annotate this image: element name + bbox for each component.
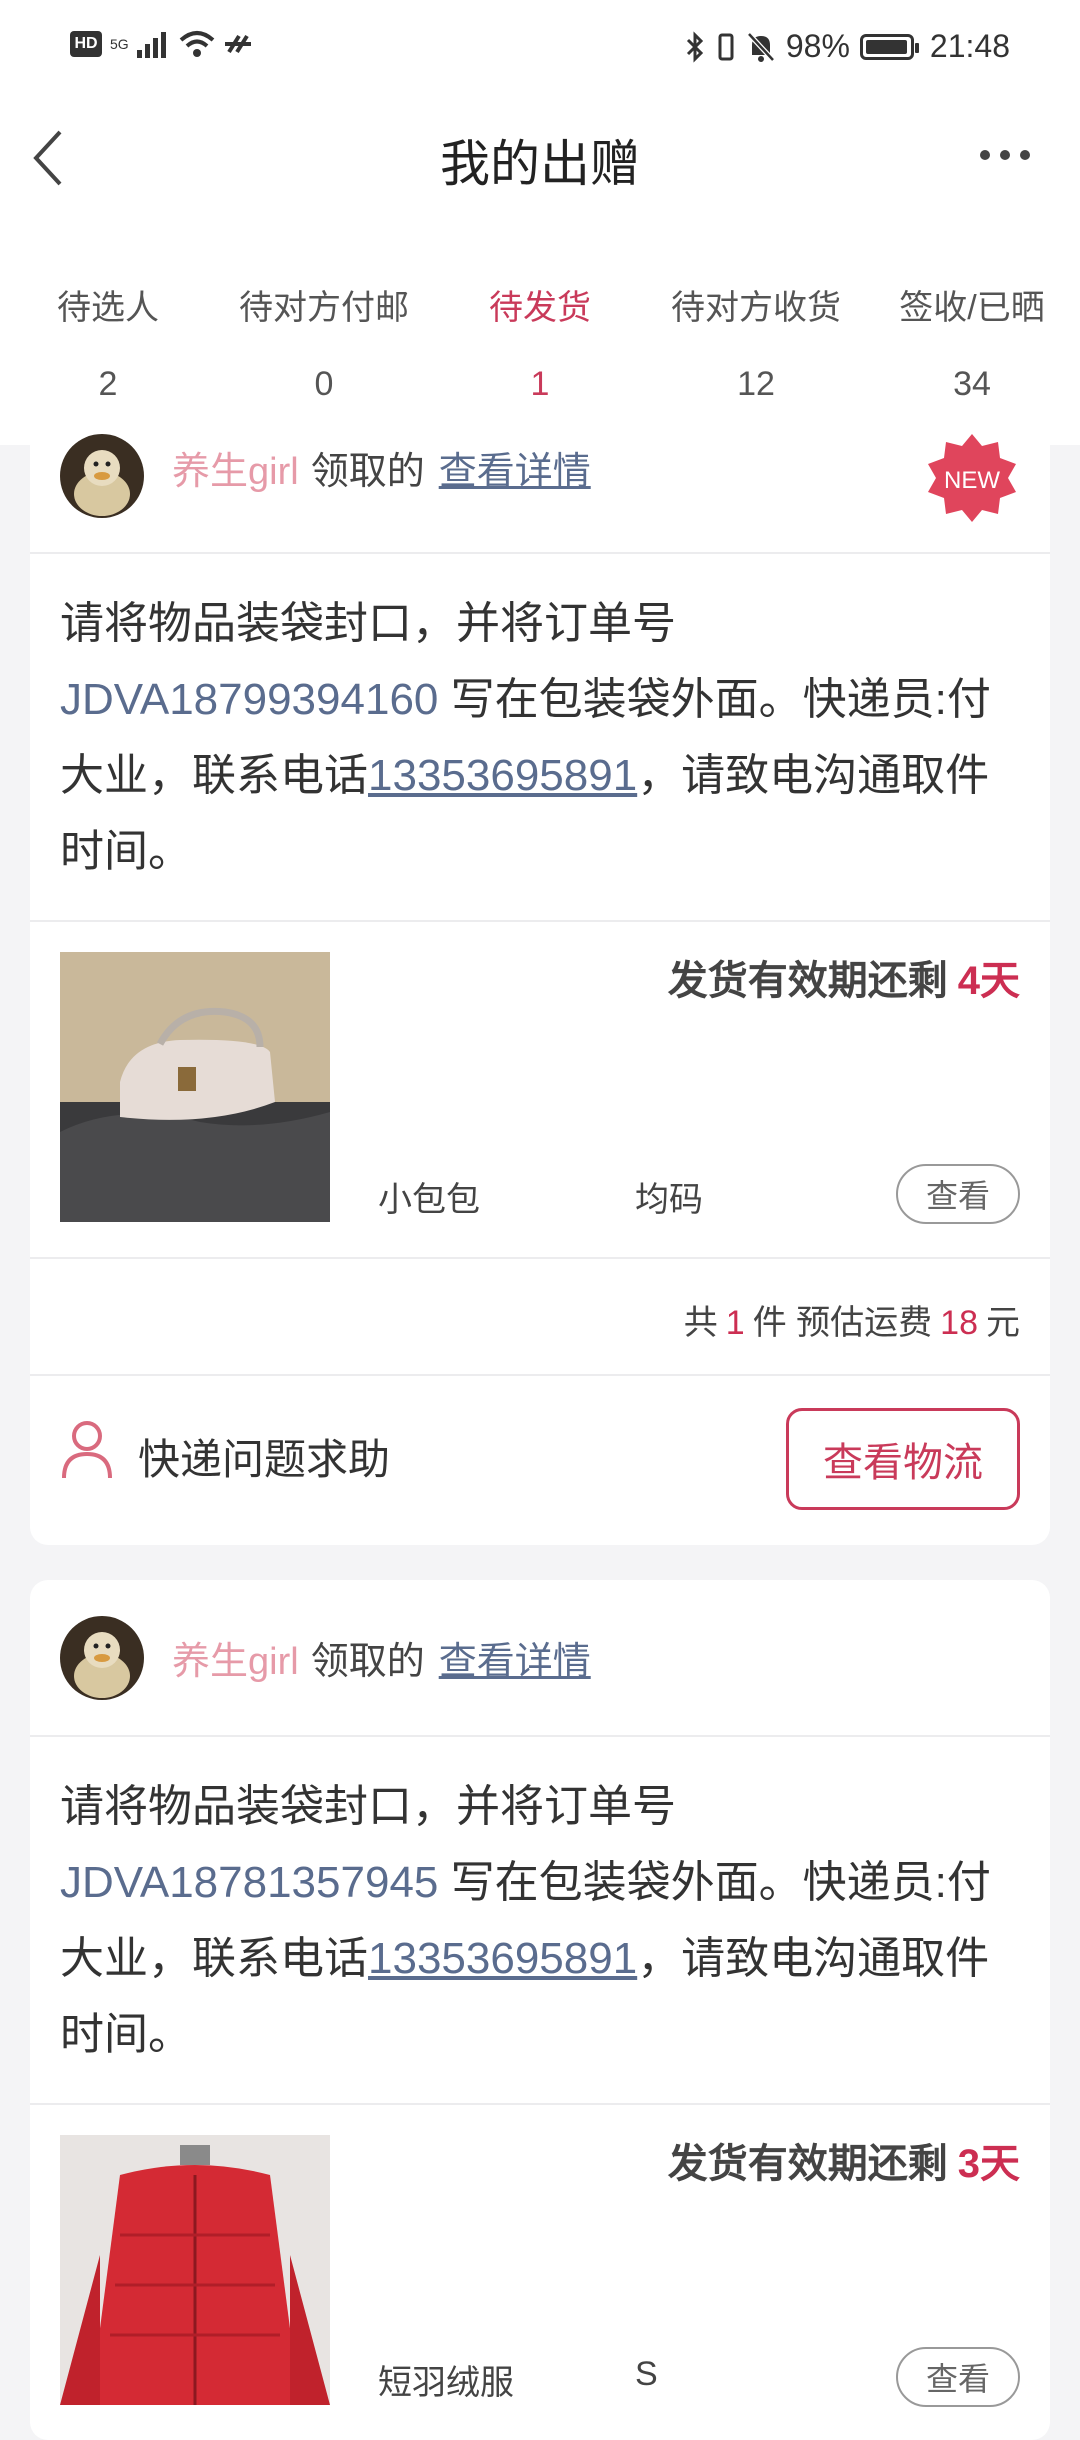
tab-count: 34 bbox=[953, 365, 991, 403]
view-details-link[interactable]: 查看详情 bbox=[439, 451, 591, 493]
claim-line: 养生girl 领取的 查看详情 bbox=[172, 1630, 591, 1685]
product-name: 小包包 bbox=[378, 1181, 480, 1219]
more-options-icon[interactable] bbox=[980, 140, 1040, 170]
help-bar: 快递问题求助 查看物流 bbox=[30, 1376, 1050, 1545]
order-card: 养生girl 领取的 查看详情 NEW 请将物品装袋封口，并将订单号 JDVA187… bbox=[30, 400, 1050, 1545]
courier-phone-link[interactable]: 13353695891 bbox=[368, 1934, 637, 1983]
ship-deadline: 发货有效期还剩 3天 bbox=[668, 2131, 1020, 2189]
claimer-nickname[interactable]: 养生girl bbox=[172, 1641, 299, 1683]
item-count: 1 bbox=[725, 1304, 745, 1342]
claimed-label: 领取的 bbox=[310, 1641, 425, 1683]
status-left: HD 5G bbox=[70, 30, 255, 58]
tab-count: 12 bbox=[737, 365, 775, 403]
summary-text: 共1件 预估运费 18 元 bbox=[684, 1295, 1020, 1344]
duck-avatar-image bbox=[60, 1616, 144, 1700]
wifi-icon bbox=[179, 31, 215, 57]
battery-icon bbox=[859, 33, 919, 60]
order-number: JDVA18781357945 bbox=[60, 1858, 439, 1907]
tab-count: 0 bbox=[314, 365, 334, 403]
shipping-instructions: 请将物品装袋封口，并将订单号 JDVA18781357945 写在包装袋外面。快… bbox=[30, 1737, 1050, 2103]
view-product-button[interactable]: 查看 bbox=[896, 1164, 1020, 1224]
view-details-link[interactable]: 查看详情 bbox=[439, 1641, 591, 1683]
product-row: 发货有效期还剩 3天 短羽绒服 S 查看 bbox=[30, 2105, 1050, 2440]
currency: 元 bbox=[986, 1304, 1020, 1342]
person-icon bbox=[62, 1421, 112, 1479]
summary-prefix: 共 bbox=[683, 1304, 718, 1342]
new-badge-text: NEW bbox=[944, 467, 1000, 494]
duck-avatar-image bbox=[60, 434, 144, 518]
tab-label: 待对方收货 bbox=[671, 289, 841, 327]
order-card-header: 养生girl 领取的 查看详情 bbox=[30, 1580, 1050, 1735]
courier-help-link[interactable]: 快递问题求助 bbox=[138, 1426, 390, 1487]
deadline-days: 3天 bbox=[957, 2142, 1020, 2186]
tab-label: 签收/已晒 bbox=[899, 289, 1045, 327]
instructions-text: 请将物品装袋封口，并将订单号 bbox=[60, 599, 676, 648]
signal-icon bbox=[136, 32, 166, 58]
ship-deadline: 发货有效期还剩 4天 bbox=[668, 948, 1020, 1006]
product-image[interactable] bbox=[60, 952, 330, 1222]
product-size: S bbox=[635, 2355, 658, 2393]
new-badge-icon: NEW bbox=[928, 434, 1016, 522]
tab-label: 待选人 bbox=[57, 289, 159, 327]
hd-indicator: HD bbox=[70, 31, 102, 57]
tab-label: 待发货 bbox=[489, 289, 591, 327]
page-title: 我的出赠 bbox=[440, 136, 640, 192]
product-name: 短羽绒服 bbox=[378, 2364, 514, 2402]
view-logistics-button[interactable]: 查看物流 bbox=[786, 1408, 1020, 1510]
claim-line: 养生girl 领取的 查看详情 bbox=[172, 440, 591, 495]
header: 我的出赠 bbox=[0, 100, 1080, 250]
courier-phone-link[interactable]: 13353695891 bbox=[368, 751, 637, 800]
product-size: 均码 bbox=[635, 1181, 703, 1219]
avatar[interactable] bbox=[60, 434, 144, 518]
red-jacket-photo bbox=[60, 2135, 330, 2405]
mute-bell-icon bbox=[747, 31, 775, 62]
order-summary: 共1件 预估运费 18 元 bbox=[30, 1259, 1050, 1374]
battery-percent: 98% bbox=[785, 28, 850, 64]
summary-unit: 件 预估运费 bbox=[752, 1304, 933, 1342]
view-product-button[interactable]: 查看 bbox=[896, 2347, 1020, 2407]
order-card-header: 养生girl 领取的 查看详情 NEW bbox=[30, 400, 1050, 552]
instructions-text: 请将物品装袋封口，并将订单号 bbox=[60, 1782, 676, 1831]
network-type: 5G bbox=[110, 36, 129, 52]
status-right: 98% 21:48 bbox=[684, 28, 1010, 65]
status-bar: HD 5G 98% 21:48 bbox=[0, 0, 1080, 100]
clock: 21:48 bbox=[929, 28, 1010, 64]
link-icon bbox=[224, 34, 251, 54]
shipping-instructions: 请将物品装袋封口，并将订单号 JDVA18799394160 写在包装袋外面。快… bbox=[30, 554, 1050, 920]
deadline-label: 发货有效期还剩 bbox=[667, 2142, 948, 2186]
order-card: 养生girl 领取的 查看详情 请将物品装袋封口，并将订单号 JDVA1878135… bbox=[30, 1580, 1050, 2440]
order-number: JDVA18799394160 bbox=[60, 675, 439, 724]
shipping-fee: 18 bbox=[940, 1304, 978, 1342]
vibrate-icon bbox=[718, 33, 734, 60]
claimer-nickname[interactable]: 养生girl bbox=[172, 451, 299, 493]
product-row: 发货有效期还剩 4天 小包包 均码 查看 bbox=[30, 922, 1050, 1257]
tab-count: 1 bbox=[530, 365, 550, 403]
tab-count: 2 bbox=[98, 365, 118, 403]
deadline-days: 4天 bbox=[957, 959, 1020, 1003]
bluetooth-icon bbox=[686, 30, 703, 63]
tab-label: 待对方付邮 bbox=[239, 289, 409, 327]
handbag-photo bbox=[60, 952, 330, 1222]
deadline-label: 发货有效期还剩 bbox=[667, 959, 948, 1003]
claimed-label: 领取的 bbox=[310, 451, 425, 493]
product-image[interactable] bbox=[60, 2135, 330, 2405]
avatar[interactable] bbox=[60, 1616, 144, 1700]
